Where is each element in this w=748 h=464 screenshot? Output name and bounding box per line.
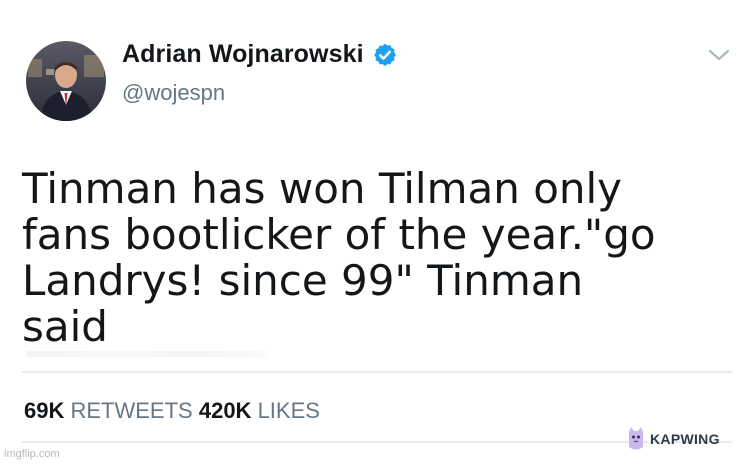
- chevron-down-icon[interactable]: [707, 47, 731, 63]
- kapwing-mascot-icon: [629, 427, 643, 450]
- kapwing-label: KAPWING: [650, 431, 720, 447]
- author-handle[interactable]: @wojespn: [122, 80, 225, 106]
- faded-timestamp: [26, 351, 266, 357]
- tweet-line: fans bootlicker of the year."go: [22, 210, 656, 259]
- tweet-line: Tinman has won Tilman only: [22, 164, 623, 213]
- retweets-label[interactable]: RETWEETS: [70, 398, 192, 423]
- tweet-stats: 69K RETWEETS 420K LIKES: [24, 398, 320, 424]
- tweet-line: Landrys! since 99" Tinman: [22, 256, 584, 305]
- author-name-row: Adrian Wojnarowski: [122, 40, 398, 69]
- imgflip-watermark: imgflip.com: [4, 448, 60, 460]
- author-display-name[interactable]: Adrian Wojnarowski: [122, 40, 364, 69]
- tweet-text: Tinman has won Tilman only fans bootlick…: [22, 166, 722, 350]
- verified-badge-icon: [373, 43, 396, 66]
- retweets-count[interactable]: 69K: [24, 398, 64, 423]
- tweet-line: said: [22, 302, 108, 351]
- likes-count[interactable]: 420K: [199, 398, 252, 423]
- divider: [22, 371, 732, 373]
- avatar[interactable]: [26, 41, 106, 121]
- kapwing-watermark: KAPWING: [626, 425, 720, 453]
- likes-label[interactable]: LIKES: [258, 398, 320, 423]
